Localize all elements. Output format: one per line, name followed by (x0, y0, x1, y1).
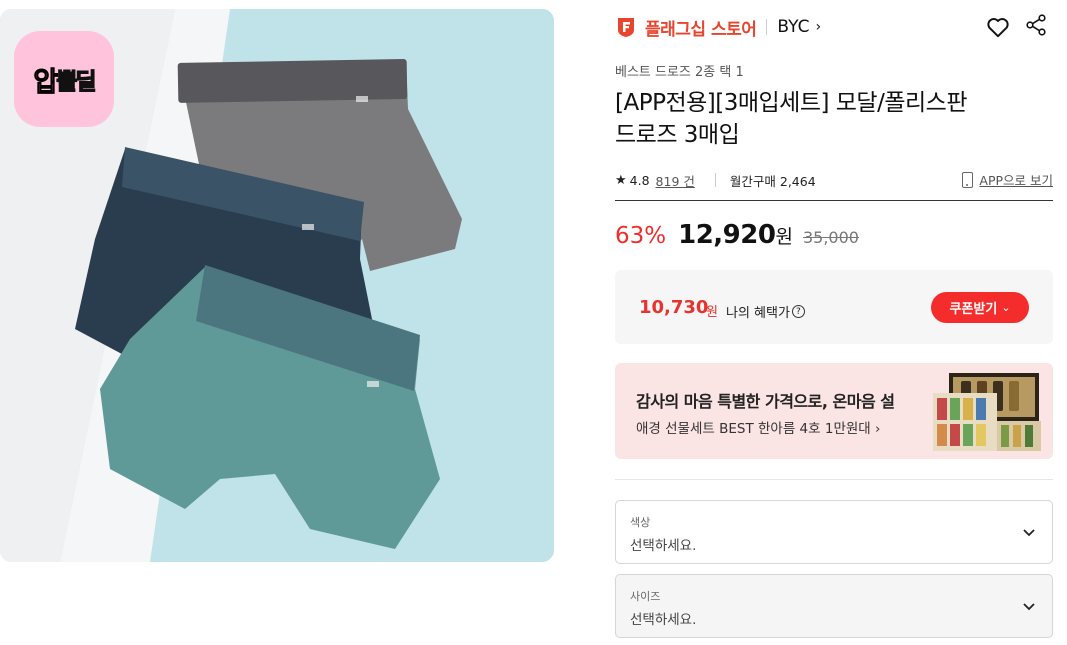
app-deal-badge: 압 뽈딜 (14, 31, 114, 127)
monthly-purchases: 월간구매 2,464 (729, 173, 816, 189)
rating-row: ★ 4.8 819 건 월간구매 2,464 APP으로 보기 (615, 170, 1053, 190)
meta-divider (714, 173, 716, 187)
benefit-price: 10,730 (639, 297, 709, 318)
section-divider (615, 200, 1053, 201)
size-select-label: 사이즈 (630, 590, 661, 603)
app-view-label: APP으로 보기 (979, 173, 1053, 188)
chevron-down-icon (1023, 603, 1035, 611)
badge-pink-text: 압 (33, 66, 59, 98)
color-select-value: 선택하세요. (630, 538, 697, 554)
gift-set-image (933, 373, 1041, 451)
product-title: [APP전용][3매입세트] 모달/폴리스판 드로즈 3매입 (615, 87, 1053, 151)
star-icon: ★ (615, 172, 627, 188)
store-name-link[interactable]: 플래그십 스토어 (645, 15, 757, 40)
coupon-button-label: 쿠폰받기 (949, 301, 998, 316)
price-row: 63% 12,920 원 35,000 (615, 220, 859, 250)
coupon-button[interactable]: 쿠폰받기 ⌄ (931, 292, 1029, 323)
product-image[interactable]: 압 뽈딜 (0, 9, 554, 562)
badge-black-text: 뽈딜 (56, 68, 98, 95)
store-logo-icon (618, 18, 634, 37)
promo-banner[interactable]: 감사의 마음 특별한 가격으로, 온마음 설 애경 선물세트 BEST 한아름 … (615, 363, 1053, 459)
product-info-panel: 플래그십 스토어 BYC › 베스트 드로즈 2종 택 1 [APP전용][3매… (615, 0, 1053, 645)
product-title-line1: [APP전용][3매입세트] 모달/폴리스판 (615, 90, 967, 116)
discount-rate: 63% (615, 223, 667, 249)
brand-chevron-icon: › (815, 19, 822, 35)
brand-link[interactable]: BYC (777, 17, 809, 37)
options-divider (615, 479, 1053, 480)
rating-value: 4.8 (629, 172, 650, 188)
store-row: 플래그십 스토어 BYC › (615, 12, 1053, 42)
phone-icon (962, 171, 974, 188)
heart-icon[interactable] (985, 14, 1011, 40)
color-select[interactable]: 색상 선택하세요. (615, 500, 1053, 564)
benefit-label: 나의 혜택가 ? (726, 302, 805, 321)
app-view-link[interactable]: APP으로 보기 (962, 170, 1053, 189)
original-price: 35,000 (802, 228, 859, 247)
category-label: 베스트 드로즈 2종 택 1 (615, 65, 744, 80)
review-count-link[interactable]: 819 건 (656, 171, 695, 190)
promo-title: 감사의 마음 특별한 가격으로, 온마음 설 (636, 392, 895, 411)
share-icon[interactable] (1025, 13, 1047, 37)
promo-subtitle: 애경 선물세트 BEST 한아름 4호 1만원대 › (636, 421, 881, 437)
product-title-line2: 드로즈 3매입 (615, 122, 740, 148)
benefit-currency: 원 (706, 305, 718, 320)
benefit-label-text: 나의 혜택가 (726, 306, 790, 321)
size-select-value: 선택하세요. (630, 612, 697, 628)
help-icon[interactable]: ? (791, 305, 805, 318)
sale-price: 12,920 (678, 220, 776, 250)
benefit-price-box: 10,730 원 나의 혜택가 ? 쿠폰받기 ⌄ (615, 270, 1053, 344)
store-divider (766, 19, 768, 35)
color-select-label: 색상 (630, 516, 651, 529)
size-select[interactable]: 사이즈 선택하세요. (615, 574, 1053, 638)
chevron-down-icon (1023, 529, 1035, 537)
chevron-down-icon: ⌄ (1001, 302, 1011, 314)
price-currency: 원 (775, 226, 793, 248)
